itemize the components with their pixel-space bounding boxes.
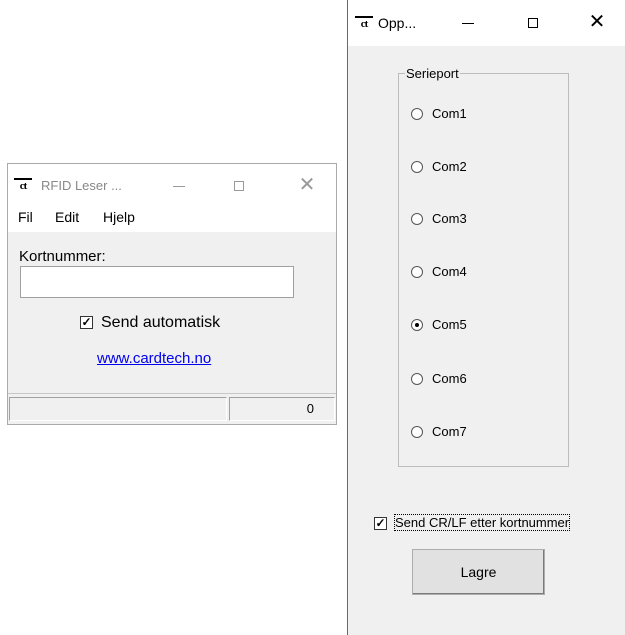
radio-com1-label: Com1 <box>432 106 467 121</box>
radio-com1[interactable] <box>411 108 423 120</box>
window-title: RFID Leser ... <box>41 178 122 193</box>
crlf-label: Send CR/LF etter kortnummer <box>393 514 571 531</box>
radio-com4-label: Com4 <box>432 264 467 279</box>
radio-com4[interactable] <box>411 266 423 278</box>
title-bar[interactable]: ct Opp... ✕ <box>348 0 625 46</box>
menu-bar: Fil Edit Hjelp <box>8 208 336 232</box>
card-number-input[interactable] <box>20 266 294 298</box>
status-bar: 0 <box>8 393 336 424</box>
title-bar[interactable]: ct RFID Leser ... ✕ <box>8 164 336 208</box>
website-link[interactable]: www.cardtech.no <box>97 350 211 367</box>
close-icon[interactable]: ✕ <box>587 12 607 32</box>
radio-com2-label: Com2 <box>432 159 467 174</box>
rfid-reader-window: ct RFID Leser ... ✕ Fil Edit Hjelp Kortn… <box>7 163 337 425</box>
ct-logo-icon: ct <box>14 178 32 193</box>
menu-fil[interactable]: Fil <box>18 208 33 226</box>
auto-send-label: Send automatisk <box>101 314 221 331</box>
status-pane-message <box>9 397 227 421</box>
crlf-checkbox[interactable]: ✓ <box>374 517 387 530</box>
radio-com2[interactable] <box>411 161 423 173</box>
maximize-icon[interactable] <box>523 13 543 33</box>
menu-hjelp[interactable]: Hjelp <box>103 208 135 226</box>
window-title: Opp... <box>378 15 417 31</box>
radio-com5[interactable] <box>411 319 423 331</box>
save-button[interactable]: Lagre <box>412 549 545 595</box>
maximize-icon[interactable] <box>229 176 249 196</box>
serial-port-group-label: Serieport <box>405 66 460 81</box>
radio-com6-label: Com6 <box>432 371 467 386</box>
card-number-label: Kortnummer: <box>19 248 106 265</box>
radio-com6[interactable] <box>411 373 423 385</box>
close-icon[interactable]: ✕ <box>297 175 317 195</box>
radio-com7-label: Com7 <box>432 424 467 439</box>
minimize-icon[interactable] <box>169 176 189 196</box>
radio-com7[interactable] <box>411 426 423 438</box>
ct-logo-icon: ct <box>355 16 373 31</box>
serial-port-group <box>398 73 569 467</box>
minimize-icon[interactable] <box>458 13 478 33</box>
radio-com3[interactable] <box>411 213 423 225</box>
auto-send-checkbox[interactable]: ✓ <box>80 316 93 329</box>
radio-com5-label: Com5 <box>432 317 467 332</box>
radio-com3-label: Com3 <box>432 211 467 226</box>
status-pane-count: 0 <box>229 397 335 421</box>
menu-edit[interactable]: Edit <box>55 208 79 226</box>
options-window: ct Opp... ✕ Serieport Com1 Com2 Com3 Com… <box>347 0 625 635</box>
